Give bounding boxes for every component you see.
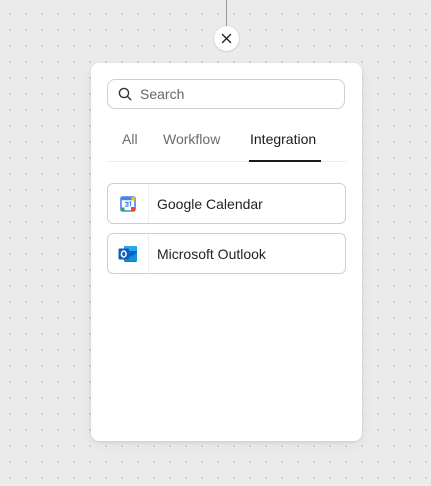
connector-line xyxy=(226,0,227,27)
integration-item-microsoft-outlook[interactable]: Microsoft Outlook xyxy=(107,233,346,274)
active-tab-indicator xyxy=(249,160,321,162)
search-box[interactable] xyxy=(107,79,345,109)
tab-integration[interactable]: Integration xyxy=(250,131,316,147)
google-calendar-icon xyxy=(120,195,136,212)
microsoft-outlook-icon xyxy=(118,245,137,262)
category-tabs: All Workflow Integration xyxy=(107,129,347,162)
integration-item-label: Microsoft Outlook xyxy=(157,245,266,262)
add-node-panel: All Workflow Integration Google Calendar xyxy=(91,63,362,441)
tab-workflow[interactable]: Workflow xyxy=(163,131,220,147)
integration-item-google-calendar[interactable]: Google Calendar xyxy=(107,183,346,224)
close-icon xyxy=(221,33,232,44)
integration-item-label: Google Calendar xyxy=(157,195,263,212)
item-icon-container xyxy=(108,184,149,223)
search-input[interactable] xyxy=(140,86,330,102)
search-icon xyxy=(118,87,132,101)
tab-all[interactable]: All xyxy=(122,131,138,147)
item-icon-container xyxy=(108,234,149,273)
close-button[interactable] xyxy=(214,26,239,51)
